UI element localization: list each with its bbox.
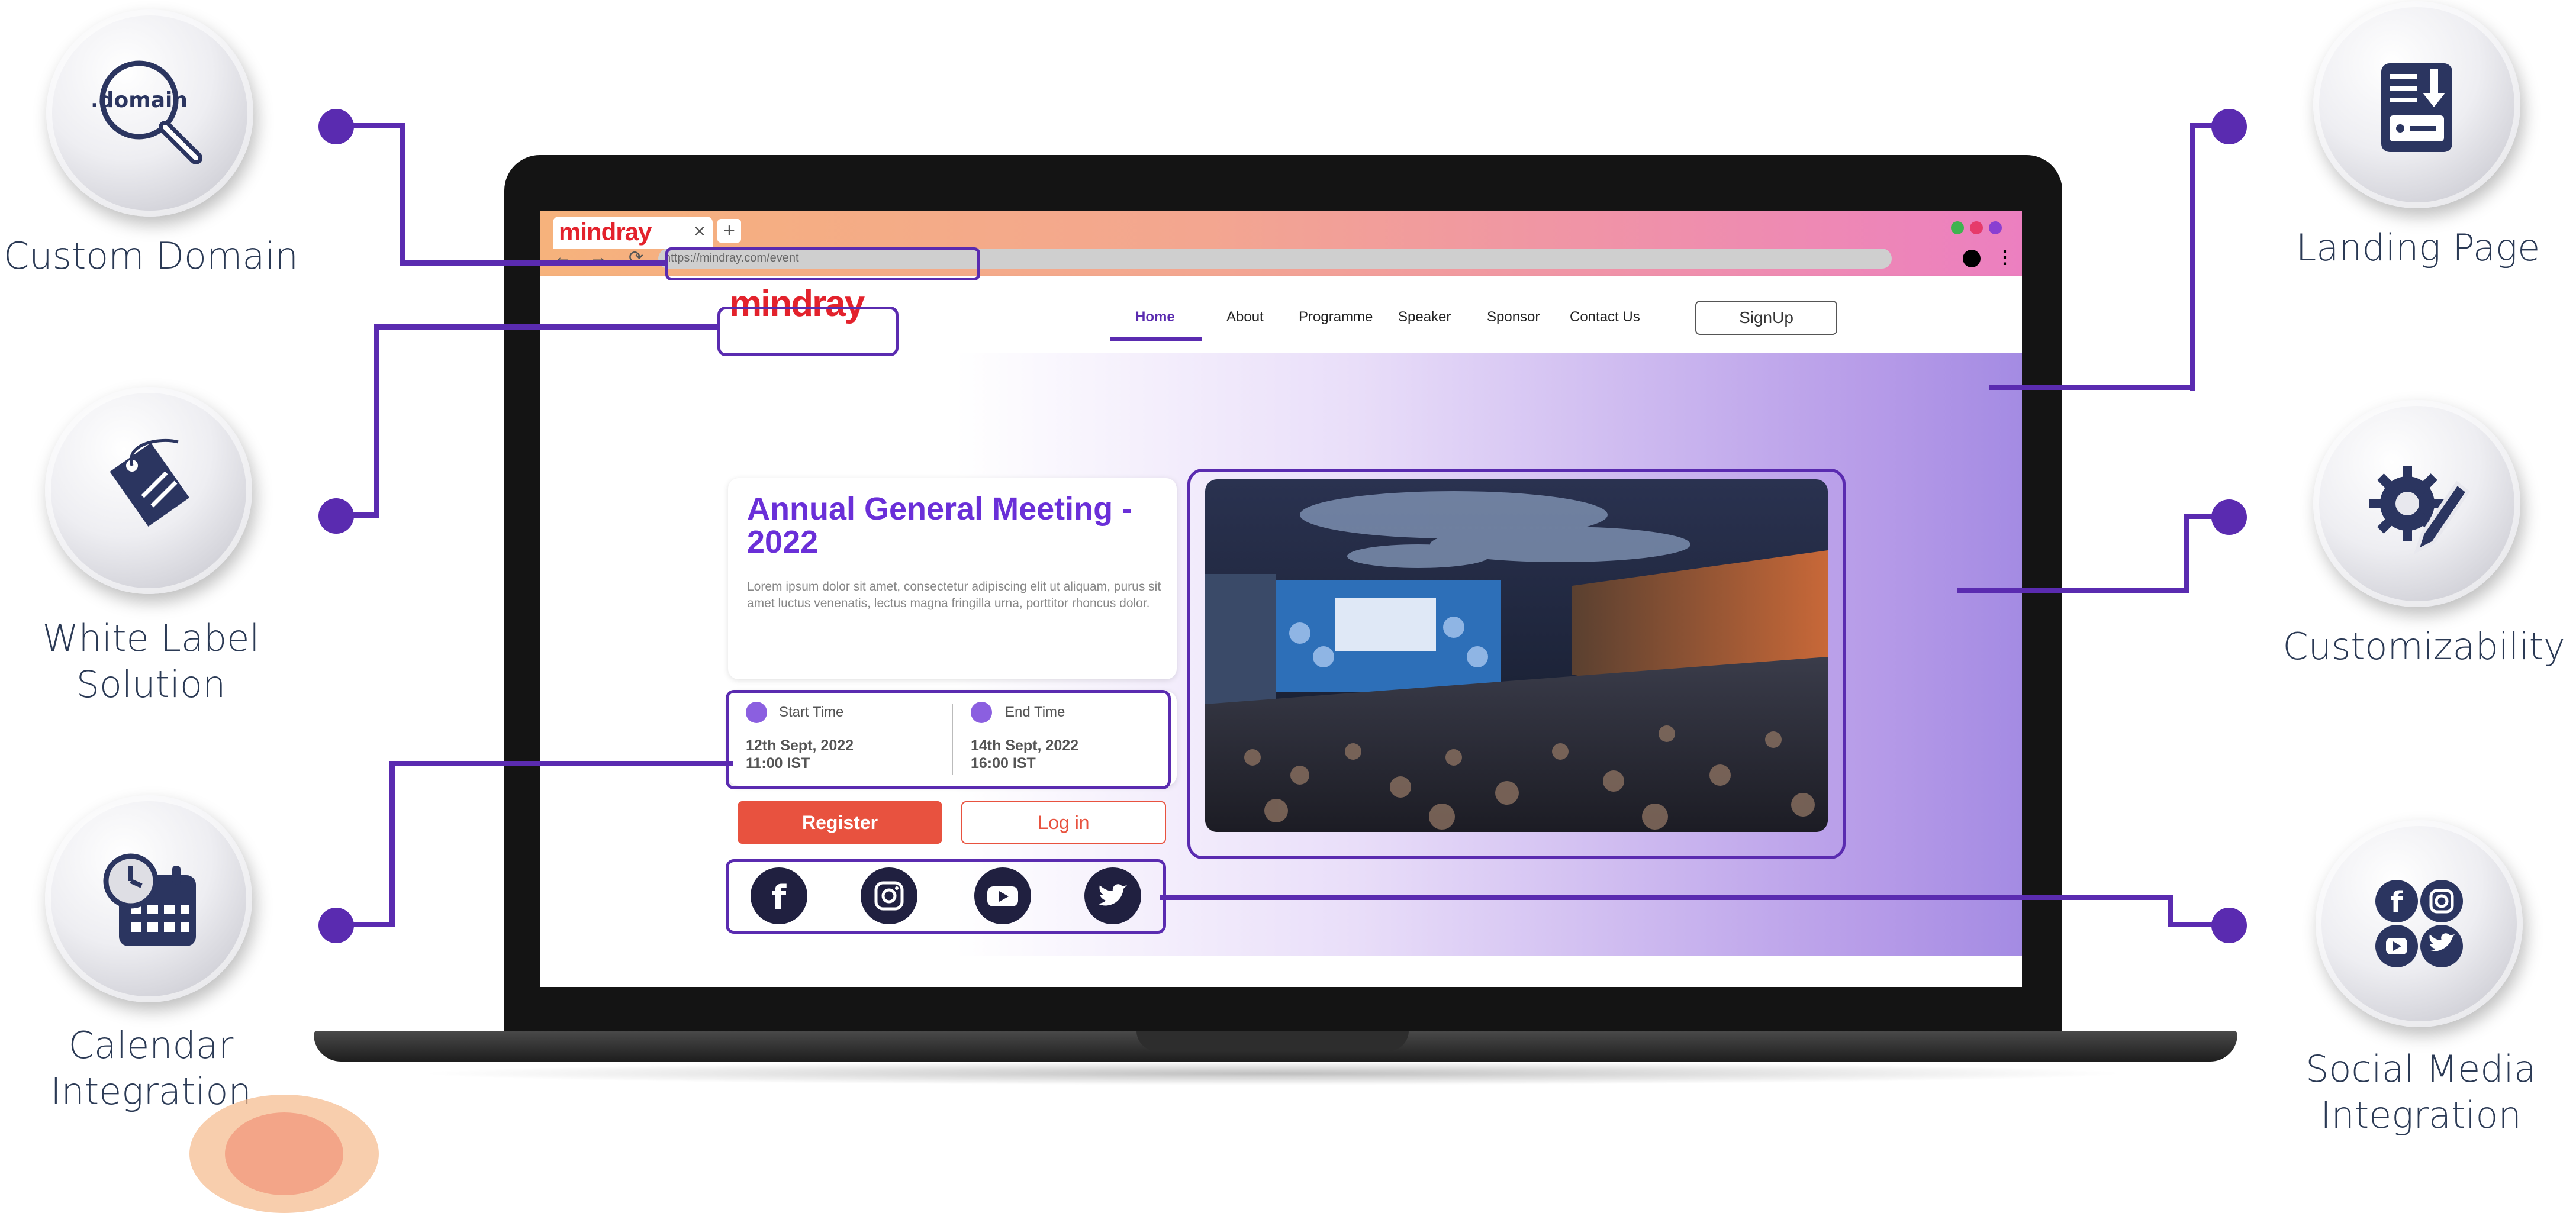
url-highlight <box>665 247 980 280</box>
nav-contact-us[interactable]: Contact Us <box>1570 309 1640 325</box>
nav-programme[interactable]: Programme <box>1299 309 1373 325</box>
connector-line <box>374 324 379 517</box>
connector-line <box>2170 922 2222 927</box>
tab-title: mindray <box>559 218 652 246</box>
decorative-blob-inner <box>225 1112 343 1195</box>
customizability-label: Customizability <box>2282 625 2565 668</box>
social-media-label: Social Media Integration <box>2279 1046 2563 1138</box>
landing-page-icon <box>2381 63 2452 152</box>
connector-line <box>400 123 405 265</box>
nav-home[interactable]: Home <box>1135 309 1175 325</box>
custom-domain-label: Custom Domain <box>4 234 298 278</box>
tab-close-icon[interactable]: × <box>694 220 706 243</box>
calendar-circle <box>45 795 252 1002</box>
svg-text:f: f <box>2391 886 2404 919</box>
login-button[interactable]: Log in <box>961 801 1166 844</box>
connector-line <box>335 922 394 927</box>
calendar-line2: Integration <box>50 1070 252 1113</box>
nav-active-indicator <box>1110 337 1202 341</box>
social-media-circle: f <box>2316 820 2523 1027</box>
calendar-clock-icon <box>103 853 196 946</box>
connector-line <box>1989 385 2195 390</box>
white-label-line1: White Label <box>42 617 260 660</box>
connector-line <box>335 123 405 128</box>
event-info-card: Annual General Meeting - 2022 Lorem ipsu… <box>728 478 1177 679</box>
window-dot-purple[interactable] <box>1989 221 2002 234</box>
domain-search-icon: .domain <box>91 60 202 164</box>
connector-line <box>389 761 733 766</box>
time-highlight <box>726 690 1171 789</box>
browser-tab[interactable]: mindray × <box>553 217 713 249</box>
connector-line <box>374 324 719 330</box>
window-dot-green[interactable] <box>1951 221 1964 234</box>
laptop-notch <box>1136 1031 1409 1051</box>
new-tab-button[interactable]: + <box>717 219 741 243</box>
laptop-screen: mindray × + ← → ⟳ https://mindray.com/ev… <box>540 211 2022 987</box>
nav-sponsor[interactable]: Sponsor <box>1487 309 1540 325</box>
landing-page-circle <box>2313 1 2520 208</box>
social-media-icons: f <box>2375 880 2463 967</box>
calendar-line1: Calendar <box>68 1024 234 1067</box>
event-description: Lorem ipsum dolor sit amet, consectetur … <box>747 580 1161 610</box>
laptop-shadow <box>414 1062 2131 1085</box>
custom-domain-circle: .domain <box>46 9 253 217</box>
profile-avatar[interactable] <box>1963 250 1981 267</box>
connector-line <box>2192 123 2222 128</box>
connector-line <box>2184 514 2189 592</box>
social-media-line2: Integration <box>2320 1093 2522 1137</box>
connector-line <box>335 512 379 518</box>
white-label-circle <box>45 387 252 594</box>
connector-line <box>1160 895 2172 900</box>
white-label-label: White Label Solution <box>0 615 302 708</box>
gear-pencil-icon <box>2369 466 2471 554</box>
connector-line <box>389 761 395 927</box>
register-button[interactable]: Register <box>738 801 942 844</box>
browser-menu-icon[interactable]: ⋮ <box>1996 247 2014 268</box>
price-tag-icon <box>110 439 189 527</box>
nav-about[interactable]: About <box>1226 309 1264 325</box>
social-media-line1: Social Media <box>2305 1047 2536 1091</box>
white-label-line2: Solution <box>76 663 226 706</box>
logo-highlight <box>717 307 899 356</box>
landing-page-label: Landing Page <box>2295 226 2540 269</box>
photo-highlight <box>1187 469 1846 859</box>
connector-line <box>2190 123 2195 391</box>
customizability-circle <box>2313 400 2520 607</box>
connector-line <box>2187 514 2222 519</box>
connector-line <box>400 260 666 266</box>
svg-text:.domain: .domain <box>91 88 188 112</box>
window-dot-red[interactable] <box>1970 221 1983 234</box>
connector-line <box>1957 588 2189 593</box>
social-highlight <box>726 859 1166 934</box>
event-title: Annual General Meeting - 2022 <box>747 491 1133 560</box>
nav-speaker[interactable]: Speaker <box>1398 309 1451 325</box>
signup-button[interactable]: SignUp <box>1695 301 1837 335</box>
